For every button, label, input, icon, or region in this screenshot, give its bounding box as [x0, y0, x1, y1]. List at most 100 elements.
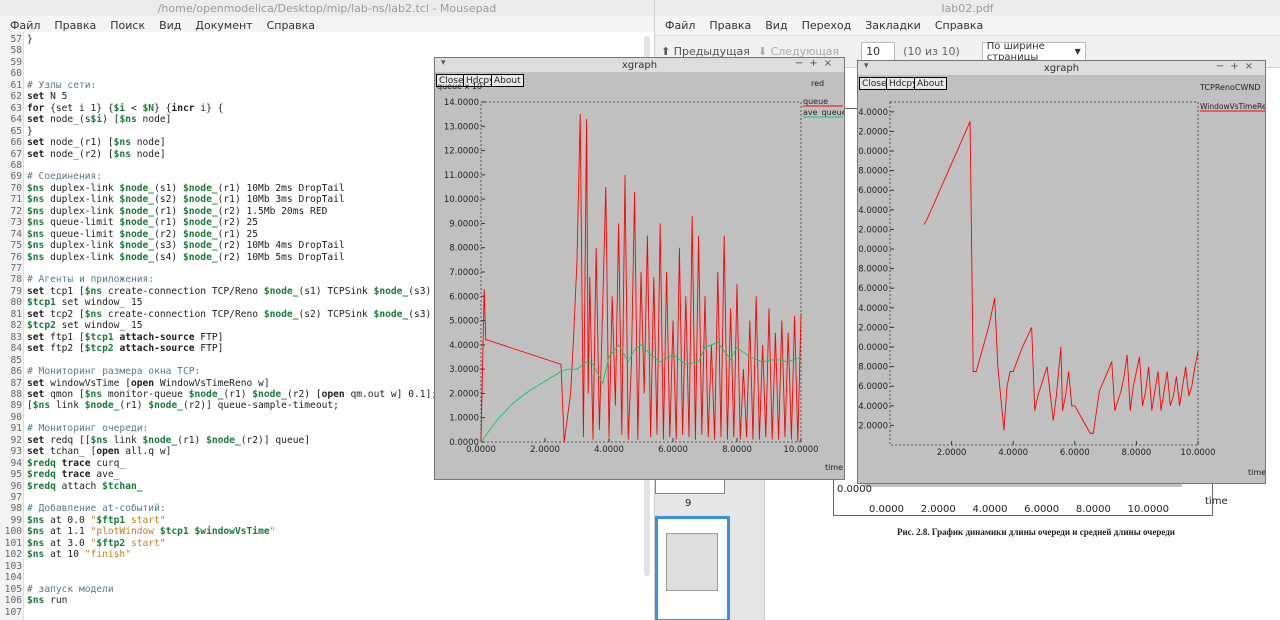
chevron-down-icon: ▼ — [1074, 47, 1081, 56]
line-number: 107 — [4, 606, 22, 618]
code-text: set tcp1 [$ns create-connection TCP/Reno… — [27, 285, 449, 297]
line-number: 76 — [10, 251, 22, 263]
line-number: 79 — [10, 285, 22, 297]
line-number: 65 — [10, 125, 22, 137]
line-number: 104 — [4, 572, 22, 584]
mousepad-menu-item[interactable]: Поиск — [110, 19, 145, 32]
mousepad-menu-item[interactable]: Документ — [195, 19, 252, 32]
line-number: 69 — [10, 171, 22, 183]
code-text: # Соединения: — [27, 171, 103, 183]
y-tick-label: 18.0000 — [858, 265, 888, 275]
y-tick-label: 22.0000 — [858, 225, 888, 235]
line-number: 81 — [10, 308, 22, 320]
line-number: 95 — [10, 469, 22, 481]
y-tick-label: 1.0000 — [449, 414, 479, 424]
x-axis-label: time — [825, 463, 843, 472]
pdf-menu-item[interactable]: Закладки — [865, 19, 921, 32]
line-number: 60 — [10, 68, 22, 80]
pdf-figure-xtick: 10.0000 — [1127, 504, 1169, 515]
line-number: 90 — [10, 411, 22, 423]
pdf-menu-item[interactable]: Переход — [802, 19, 852, 32]
y-tick-label: 14.0000 — [858, 304, 888, 314]
line-number: 77 — [10, 263, 22, 274]
line-number: 96 — [10, 480, 22, 492]
legend-title: TCPRenoCWND — [1199, 83, 1261, 92]
mousepad-menu-item[interactable]: Файл — [10, 19, 40, 32]
line-number: 106 — [4, 595, 22, 607]
line-number: 101 — [4, 537, 22, 549]
pdf-figure-xtick: 8.0000 — [1075, 504, 1111, 515]
y-tick-label: 10.0000 — [858, 343, 888, 353]
y-tick-label: 28.0000 — [858, 167, 888, 177]
line-number: 85 — [10, 354, 22, 366]
line-number: 67 — [10, 148, 22, 160]
line-number: 89 — [10, 400, 22, 412]
page-number-input[interactable]: 10 — [861, 41, 896, 62]
thumbnail-page-10[interactable] — [655, 516, 730, 620]
x-tick-label: 8.0000 — [1122, 448, 1152, 458]
pdf-menu-item[interactable]: Файл — [665, 19, 695, 32]
mousepad-title: /home/openmodelica/Desktop/mip/lab-ns/la… — [157, 1, 497, 15]
window-menu-icon[interactable]: ▾ — [864, 61, 869, 71]
line-number: 82 — [10, 320, 22, 332]
window-controls[interactable]: −+× — [1216, 61, 1259, 72]
y-tick-label: 34.0000 — [858, 108, 888, 118]
line-number: 88 — [10, 388, 22, 400]
line-number: 63 — [10, 102, 22, 114]
y-tick-label: 13.0000 — [444, 122, 479, 132]
page-count: (10 из 10) — [903, 45, 960, 58]
x-tick-label: 2.0000 — [937, 448, 967, 458]
line-number: 94 — [10, 457, 22, 469]
code-text: $redq attach $tchan_ — [27, 480, 143, 492]
code-text: # Узлы сети: — [27, 79, 97, 91]
page-number-value: 10 — [866, 45, 881, 58]
code-text: $redq trace ave_ — [27, 469, 120, 481]
line-number: 93 — [10, 446, 22, 458]
line-number: 62 — [10, 91, 22, 103]
xgraph-titlebar: ▾ xgraph −+× — [435, 58, 844, 72]
pdf-titlebar: lab02.pdf — [655, 0, 1280, 16]
pdf-figure-xtick: 4.0000 — [972, 504, 1008, 515]
xgraph-cwnd-window: ▾ xgraph −+× Close Hdcpy About 2.0000 4.0… — [857, 60, 1266, 484]
pdf-figure-ytick: 0.0000 — [837, 484, 872, 495]
queue-chart: 0.0000 1.0000 2.0000 3.0000 4.0000 5.0000 6.00… — [437, 79, 845, 472]
pdf-menu-item[interactable]: Справка — [935, 19, 983, 32]
y-tick-label: 30.0000 — [858, 147, 888, 157]
y-tick-label: 3.0000 — [449, 365, 479, 375]
xgraph-title: xgraph — [621, 59, 658, 71]
y-tick-label: 14.0000 — [444, 98, 479, 108]
zoom-select[interactable]: По ширине страницы ▼ — [981, 41, 1086, 63]
y-tick-label: 8.0000 — [858, 363, 888, 373]
code-text: # Мониторинг очереди: — [27, 423, 149, 435]
code-text: $ns run — [27, 595, 68, 607]
x-axis-label: time — [1248, 468, 1266, 477]
line-number: 57 — [10, 34, 22, 45]
y-tick-label: 11.0000 — [444, 171, 479, 181]
window-controls[interactable]: −+× — [795, 58, 838, 69]
line-number: 83 — [10, 331, 22, 343]
legend-entry-ave-queue: ave_queue — [803, 108, 845, 117]
code-text: set ftp2 [$tcp2 attach-source FTP] — [27, 343, 224, 355]
y-tick-label: 2.0000 — [858, 421, 888, 431]
code-text: $ns at 1.1 "plotWindow $tcp1 $windowVsTi… — [27, 526, 276, 538]
pdf-menu-item[interactable]: Правка — [709, 19, 751, 32]
line-number: 87 — [10, 377, 22, 389]
window-menu-icon[interactable]: ▾ — [441, 58, 446, 68]
x-tick-label: 0.0000 — [466, 445, 496, 455]
code-text: set node_(s$i) [$ns node] — [27, 114, 172, 126]
mousepad-menu-item[interactable]: Вид — [159, 19, 181, 32]
code-text: $ns duplex-link $node_(s1) $node_(r1) 10… — [27, 182, 345, 194]
line-number: 98 — [10, 503, 22, 515]
line-number: 99 — [10, 514, 22, 526]
line-number: 84 — [10, 343, 22, 355]
mousepad-menu-item[interactable]: Правка — [54, 19, 96, 32]
code-text: $ns at 3.0 "$ftp2 start" — [27, 537, 166, 549]
xgraph-queue-window: ▾ xgraph −+× Close Hdcpy About 0.0000 1.0… — [434, 57, 845, 480]
code-text: # Агенты и приложения: — [27, 274, 155, 286]
y-tick-label: 16.0000 — [858, 284, 888, 294]
line-number: 78 — [10, 274, 22, 286]
pdf-menu-item[interactable]: Вид — [765, 19, 787, 32]
y-tick-label: 6.0000 — [449, 292, 479, 302]
mousepad-menu-item[interactable]: Справка — [267, 19, 315, 32]
line-number: 86 — [10, 366, 22, 378]
